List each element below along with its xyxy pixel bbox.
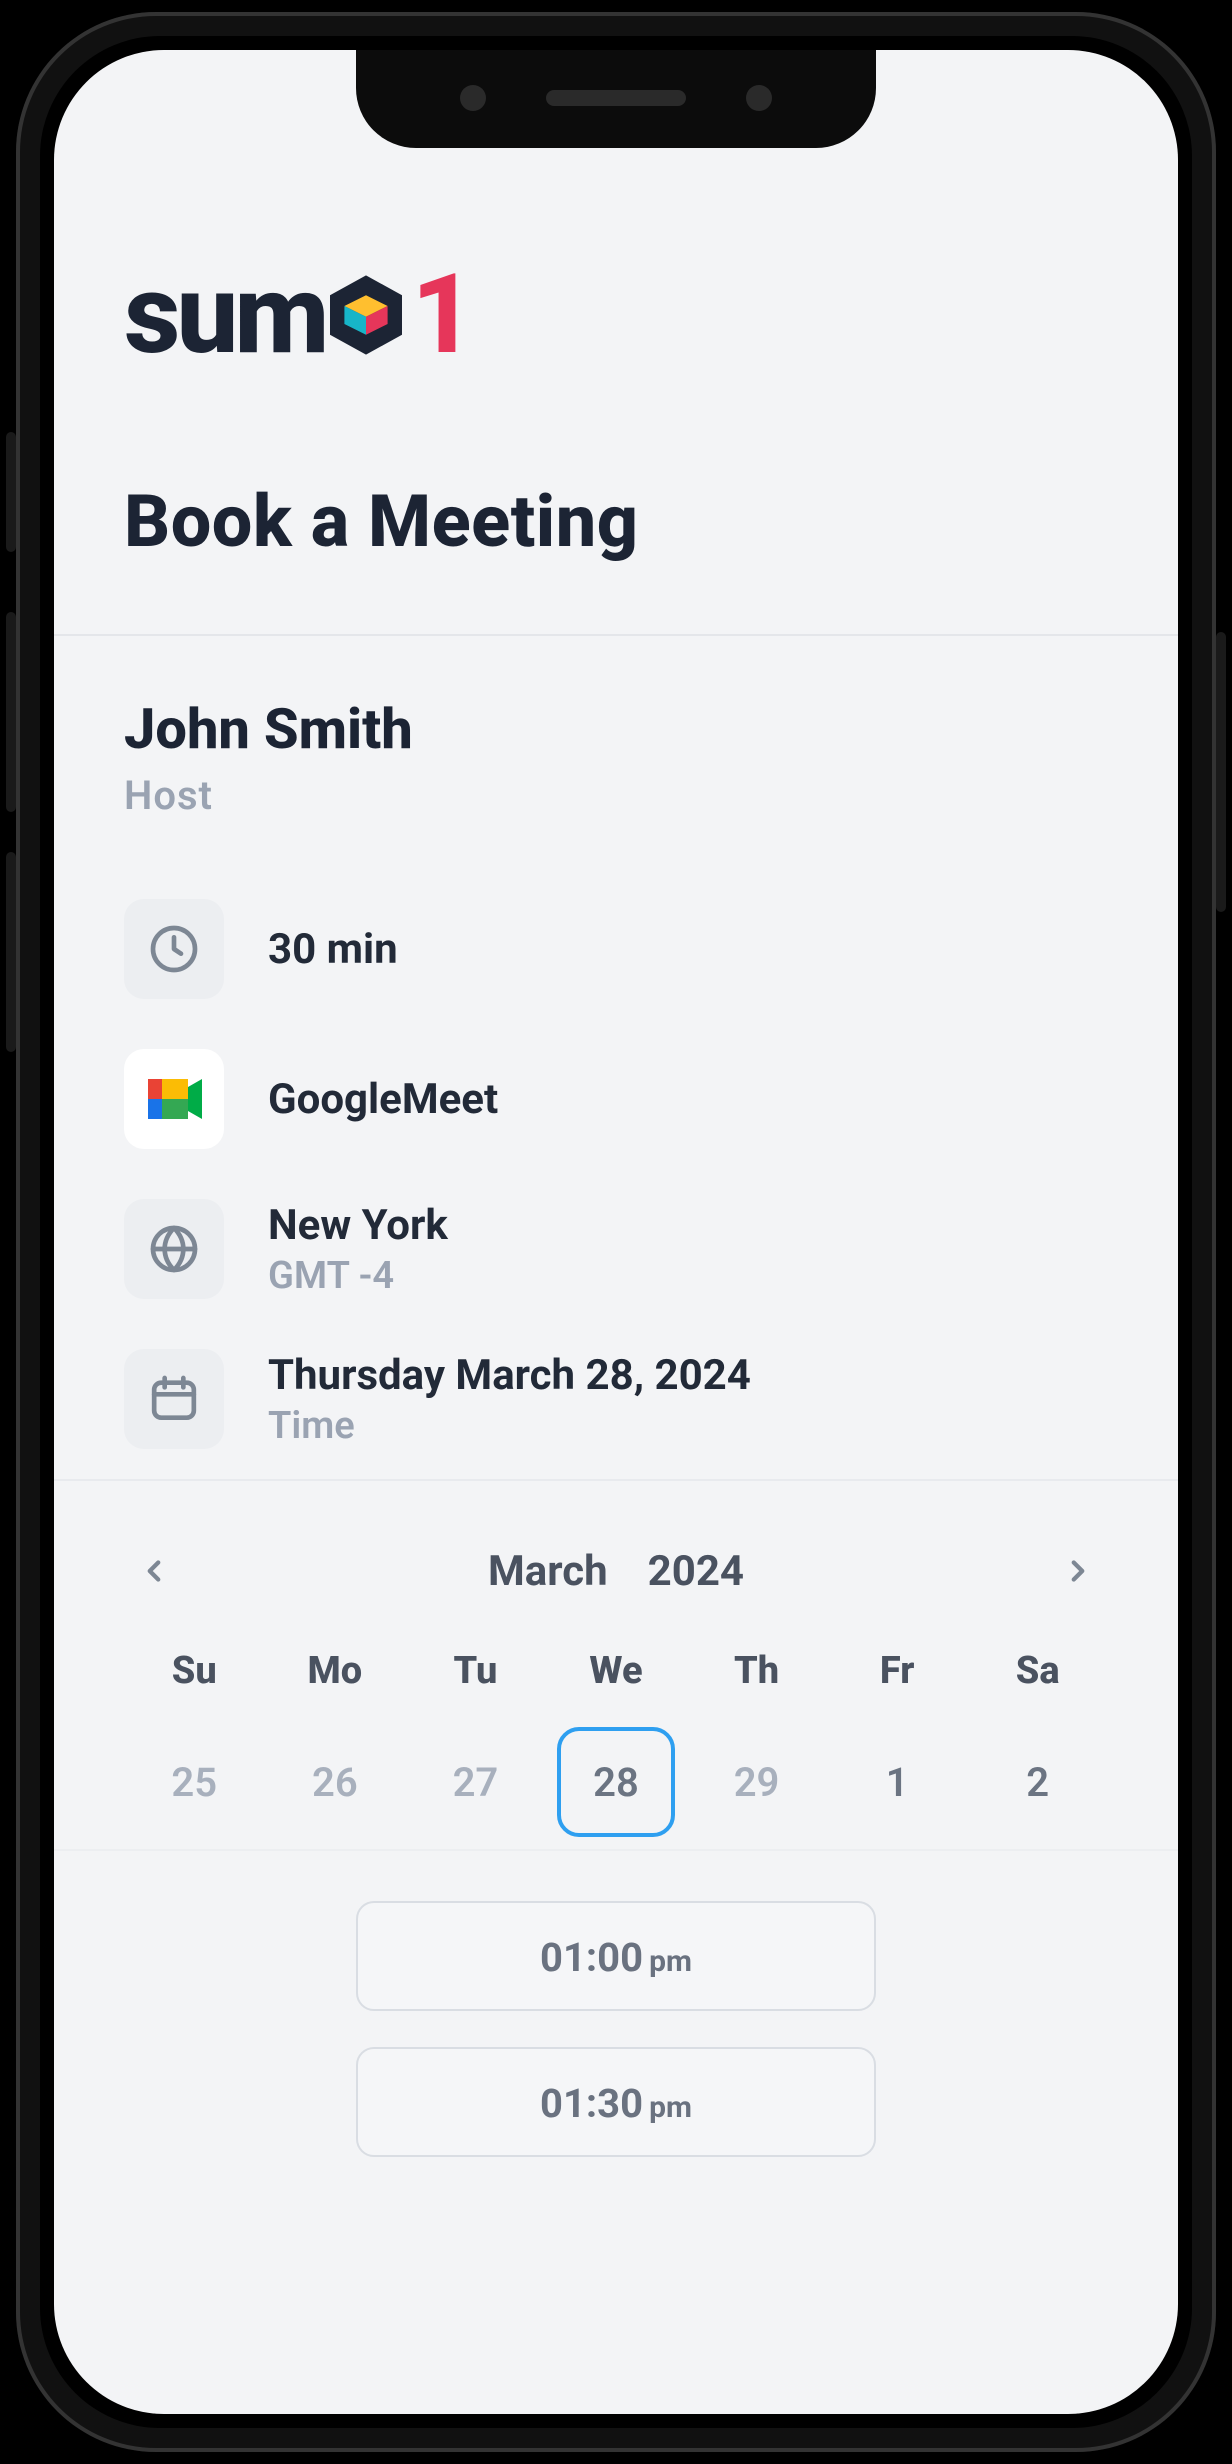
time-slot-ampm: pm bbox=[649, 2090, 692, 2125]
calendar-day[interactable]: 26 bbox=[265, 1727, 406, 1837]
calendar-dow: Su bbox=[124, 1649, 265, 1693]
duration-row: 30 min bbox=[124, 899, 1108, 999]
timezone-offset: GMT -4 bbox=[268, 1254, 448, 1298]
time-slot-list: 01:00pm01:30pm bbox=[124, 1901, 1108, 2157]
phone-power-button bbox=[1216, 632, 1226, 912]
phone-mute-switch bbox=[6, 432, 16, 552]
globe-icon bbox=[124, 1199, 224, 1299]
google-meet-icon bbox=[124, 1049, 224, 1149]
date-row: Thursday March 28, 2024 Time bbox=[124, 1349, 1108, 1449]
divider bbox=[54, 634, 1178, 636]
platform-row: GoogleMeet bbox=[124, 1049, 1108, 1149]
time-slot-time: 01:00 bbox=[540, 1903, 643, 2013]
calendar-dow: Th bbox=[686, 1649, 827, 1693]
calendar-dow: We bbox=[546, 1649, 687, 1693]
calendar-day[interactable]: 29 bbox=[686, 1727, 827, 1837]
time-slot[interactable]: 01:00pm bbox=[356, 1901, 876, 2011]
phone-notch bbox=[356, 50, 876, 148]
calendar-dow: Fr bbox=[827, 1649, 968, 1693]
duration-label: 30 min bbox=[268, 925, 398, 974]
calendar-header: March 2024 bbox=[124, 1541, 1108, 1601]
calendar-dow: Sa bbox=[967, 1649, 1108, 1693]
date-label: Thursday March 28, 2024 bbox=[268, 1351, 751, 1400]
screen: sum 1 Book a Meeting bbox=[54, 50, 1178, 2414]
phone-frame: sum 1 Book a Meeting bbox=[16, 12, 1216, 2452]
host-name: John Smith bbox=[124, 696, 1108, 762]
host-block: John Smith Host bbox=[124, 696, 1108, 819]
timezone-city: New York bbox=[268, 1201, 448, 1250]
calendar-next-button[interactable] bbox=[1048, 1541, 1108, 1601]
calendar-year: 2024 bbox=[648, 1547, 744, 1596]
calendar-prev-button[interactable] bbox=[124, 1541, 184, 1601]
date-sublabel: Time bbox=[268, 1404, 751, 1448]
calendar-day[interactable]: 2 bbox=[967, 1727, 1108, 1837]
time-slot-time: 01:30 bbox=[540, 2049, 643, 2159]
time-slot[interactable]: 01:30pm bbox=[356, 2047, 876, 2157]
calendar-day[interactable]: 1 bbox=[827, 1727, 968, 1837]
calendar-day[interactable]: 25 bbox=[124, 1727, 265, 1837]
divider bbox=[54, 1849, 1178, 1851]
divider bbox=[54, 1479, 1178, 1481]
timezone-row[interactable]: New York GMT -4 bbox=[124, 1199, 1108, 1299]
host-role: Host bbox=[124, 772, 1108, 819]
calendar-icon bbox=[124, 1349, 224, 1449]
calendar-dow: Mo bbox=[265, 1649, 406, 1693]
brand-hex-icon bbox=[321, 270, 411, 360]
brand-text: sum bbox=[124, 250, 325, 379]
calendar-grid: SuMoTuWeThFrSa 252627282912 bbox=[124, 1649, 1108, 1837]
calendar-month: March bbox=[488, 1547, 608, 1596]
clock-icon bbox=[124, 899, 224, 999]
page-title: Book a Meeting bbox=[124, 479, 1108, 564]
time-slot-ampm: pm bbox=[649, 1944, 692, 1979]
calendar-day[interactable]: 27 bbox=[405, 1727, 546, 1837]
calendar-day[interactable]: 28 bbox=[557, 1727, 675, 1837]
platform-label: GoogleMeet bbox=[268, 1075, 498, 1124]
brand-suffix: 1 bbox=[411, 250, 474, 379]
phone-volume-up bbox=[6, 612, 16, 812]
brand-logo: sum 1 bbox=[124, 250, 1108, 379]
calendar-dow: Tu bbox=[405, 1649, 546, 1693]
phone-volume-down bbox=[6, 852, 16, 1052]
